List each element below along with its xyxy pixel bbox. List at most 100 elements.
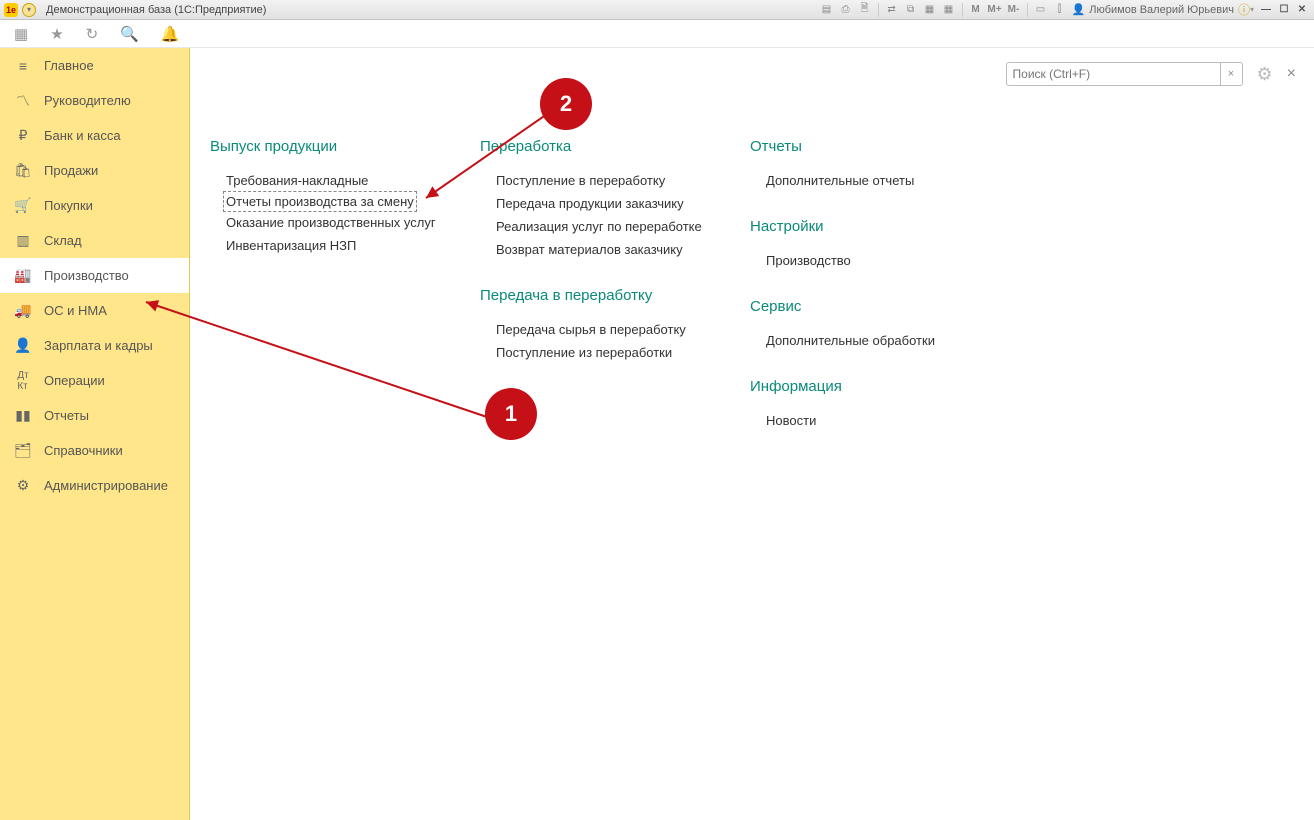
link-production-reports[interactable]: Отчеты производства за смену [224,192,416,211]
user-block[interactable]: 👤 Любимов Валерий Юрьевич [1068,3,1238,16]
dropdown-icon[interactable]: ▾ [22,3,36,17]
group-title-information: Информация [750,378,980,395]
book-icon[interactable]: ⫿ [1052,2,1068,18]
print-icon[interactable]: ⎙ [838,2,854,18]
memory-m-button[interactable]: M [968,2,984,18]
window-title: Демонстрационная база (1С:Предприятие) [46,4,266,16]
close-button[interactable]: ✕ [1294,2,1310,18]
group-title-processing: Переработка [480,138,710,155]
group-title-transfer: Передача в переработку [480,287,710,304]
panel-close-icon[interactable]: × [1287,65,1296,83]
sidebar-item-directories[interactable]: 🗂 Справочники [0,433,189,468]
bag-icon: 🛍 [14,162,32,179]
sidebar-item-label: Производство [44,268,129,283]
content-area: × ⚙ × Выпуск продукции Требования-наклад… [190,48,1314,820]
link-receipt-from-processing[interactable]: Поступление из переработки [480,341,710,364]
preview-icon[interactable]: 🗎 [857,2,873,18]
link-production-services[interactable]: Оказание производственных услуг [210,211,440,234]
sidebar-item-warehouse[interactable]: ▥ Склад [0,223,189,258]
group-title-settings: Настройки [750,218,980,235]
search-clear-button[interactable]: × [1221,62,1243,86]
search-box: × [1006,62,1243,86]
column-output: Выпуск продукции Требования-накладные От… [210,138,440,458]
sidebar-item-admin[interactable]: ⚙ Администрирование [0,468,189,503]
truck-icon: 🚚 [14,302,32,319]
restore-button[interactable]: ☐ [1276,2,1292,18]
link-return-materials[interactable]: Возврат материалов заказчику [480,238,710,261]
column-misc: Отчеты Дополнительные отчеты Настройки П… [750,138,980,458]
info-icon[interactable]: ⓘ [1238,1,1250,18]
sidebar-item-label: Склад [44,233,82,248]
operations-icon: ДтКт [14,370,32,392]
group-title-reports: Отчеты [750,138,980,155]
folder-icon: 🗂 [14,442,32,459]
sidebar-item-label: ОС и НМА [44,303,107,318]
person-icon: 👤 [14,337,32,354]
bell-icon[interactable]: 🔔 [161,25,180,43]
sidebar-item-label: Банк и касса [44,128,121,143]
sidebar-item-assets[interactable]: 🚚 ОС и НМА [0,293,189,328]
grid-icon[interactable]: ▦ [941,2,957,18]
sidebar-item-manager[interactable]: 〽 Руководителю [0,83,189,118]
settings-gear-icon[interactable]: ⚙ [1257,64,1273,85]
ruble-icon: ₽ [14,127,32,144]
cart-icon: 🛒 [14,197,32,214]
copy-icon[interactable]: ⧉ [903,2,919,18]
compare-icon[interactable]: ⇄ [884,2,900,18]
app-logo: 1e [4,3,18,17]
sidebar-item-hr[interactable]: 👤 Зарплата и кадры [0,328,189,363]
calendar-icon[interactable]: ▦ [922,2,938,18]
link-news[interactable]: Новости [750,409,980,432]
gear-icon: ⚙ [14,477,32,494]
sidebar-item-reports[interactable]: ▮▮ Отчеты [0,398,189,433]
group-title-output: Выпуск продукции [210,138,440,155]
sidebar-item-label: Продажи [44,163,98,178]
annotation-badge-1: 1 [485,388,537,440]
sidebar-item-label: Главное [44,58,94,73]
history-icon[interactable]: ↻ [86,25,99,43]
calculator-icon[interactable]: ▭ [1033,2,1049,18]
link-transfer-raw[interactable]: Передача сырья в переработку [480,318,710,341]
sidebar-item-sales[interactable]: 🛍 Продажи [0,153,189,188]
sidebar-item-operations[interactable]: ДтКт Операции [0,363,189,398]
sidebar-item-label: Зарплата и кадры [44,338,153,353]
sidebar-item-label: Справочники [44,443,123,458]
favorite-icon[interactable]: ★ [50,25,63,43]
sidebar-item-label: Отчеты [44,408,89,423]
memory-mplus-button[interactable]: M+ [987,2,1003,18]
annotation-badge-2: 2 [540,78,592,130]
save-icon[interactable]: ▤ [819,2,835,18]
link-requirements-invoice[interactable]: Требования-накладные [210,169,440,192]
link-additional-processing[interactable]: Дополнительные обработки [750,329,980,352]
link-additional-reports[interactable]: Дополнительные отчеты [750,169,980,192]
sidebar-item-label: Руководителю [44,93,131,108]
sidebar-item-purchases[interactable]: 🛒 Покупки [0,188,189,223]
toolbar-icons: ▤ ⎙ 🗎 ⇄ ⧉ ▦ ▦ M M+ M- ▭ ⫿ [819,2,1068,18]
link-production-settings[interactable]: Производство [750,249,980,272]
minimize-button[interactable]: — [1258,2,1274,18]
chart-line-icon: 〽 [14,91,32,111]
factory-icon: 🏭 [14,267,32,284]
apps-icon[interactable]: ▦ [14,25,28,43]
menu-icon: ≡ [14,58,32,74]
link-wip-inventory[interactable]: Инвентаризация НЗП [210,234,440,257]
sidebar-item-label: Покупки [44,198,93,213]
search-input[interactable] [1006,62,1221,86]
dropdown-small-icon[interactable]: ▾ [1250,5,1254,14]
search-icon[interactable]: 🔍 [120,25,139,43]
sidebar-item-bank[interactable]: ₽ Банк и касса [0,118,189,153]
user-name: Любимов Валерий Юрьевич [1089,4,1234,16]
warehouse-icon: ▥ [14,232,32,249]
sidebar-item-label: Операции [44,373,105,388]
group-title-service: Сервис [750,298,980,315]
sidebar-item-label: Администрирование [44,478,168,493]
link-processing-services[interactable]: Реализация услуг по переработке [480,215,710,238]
memory-mminus-button[interactable]: M- [1006,2,1022,18]
sidebar-item-main[interactable]: ≡ Главное [0,48,189,83]
link-receipt-processing[interactable]: Поступление в переработку [480,169,710,192]
link-transfer-customer[interactable]: Передача продукции заказчику [480,192,710,215]
user-icon: 👤 [1072,3,1086,16]
sidebar-item-production[interactable]: 🏭 Производство [0,258,189,293]
bar-chart-icon: ▮▮ [14,407,32,424]
icon-strip: ▦ ★ ↻ 🔍 🔔 [0,20,1314,48]
